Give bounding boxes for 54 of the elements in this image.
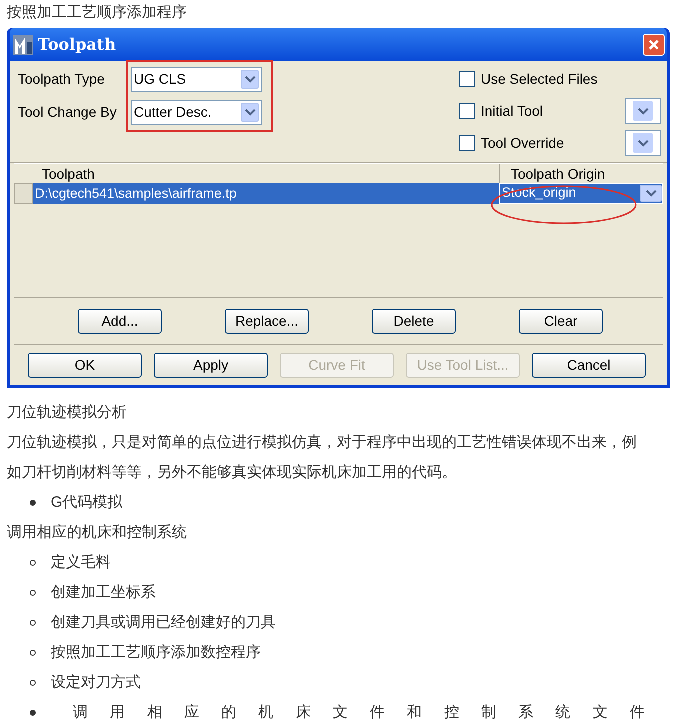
checkbox-label: Initial Tool (481, 102, 544, 120)
checkbox-label: Tool Override (481, 134, 566, 152)
dropdown-arrow-button[interactable] (633, 101, 653, 121)
checkbox[interactable] (459, 103, 475, 119)
dialog-button[interactable]: Cancel (532, 352, 646, 378)
column-header[interactable]: Toolpath Origin (500, 164, 663, 183)
list-item-text: 创建加工坐标系 (51, 583, 156, 603)
bullet-icon (30, 500, 36, 506)
list-item-text: 设定对刀方式 (51, 673, 141, 693)
dropdown-field[interactable]: Cutter Desc. (131, 100, 262, 125)
caret-icon (244, 109, 256, 116)
dropdown-box[interactable] (625, 130, 661, 156)
field-label: Tool Change By (18, 103, 118, 122)
caption-text: 按照加工工艺顺序添加程序 (6, 3, 188, 23)
window-title: Toolpath (38, 34, 118, 56)
paragraph-text: 调用相应的机床和控制系统 (7, 523, 188, 543)
caret-icon (646, 190, 656, 197)
table-cell[interactable]: D:\cgtech541\samples\airframe.tp (33, 183, 499, 204)
dialog-button[interactable]: Add... (78, 308, 162, 334)
paragraph-text: 刀位轨迹模拟，只是对简单的点位进行模拟仿真，对于程序中出现的工艺性错误体现不出来，例如刀杆切削材料等等，另外不能够真实体现实际机床加工用的代码。 (7, 433, 638, 483)
bullet-icon (30, 560, 36, 566)
field-label: Toolpath Type (18, 70, 106, 89)
dialog-button[interactable]: Clear (519, 308, 603, 334)
bullet-icon (30, 710, 36, 716)
paragraph-text: 刀位轨迹模拟分析 (7, 403, 128, 423)
bullet-icon (30, 650, 36, 656)
dropdown-arrow-button[interactable] (241, 70, 259, 89)
dialog-button[interactable]: OK (28, 352, 142, 378)
dialog-button[interactable]: Apply (154, 352, 268, 378)
dropdown-box[interactable] (625, 98, 661, 124)
list-item-text: 定义毛料 (51, 553, 111, 573)
app-logo-icon (12, 34, 34, 56)
dropdown-arrow-button[interactable] (633, 133, 653, 153)
dropdown-field[interactable]: UG CLS (131, 67, 262, 92)
close-icon (648, 38, 660, 50)
dropdown-arrow-button[interactable] (640, 185, 662, 202)
dialog-button[interactable]: Replace... (225, 308, 309, 334)
bullet-icon (30, 620, 36, 626)
list-item-text: 调用相应的机床文件和控制系统文件 (72, 703, 645, 723)
bullet-icon (30, 590, 36, 596)
dropdown-field[interactable]: Stock_origin (499, 183, 663, 204)
list-item-text: 创建刀具或调用已经创建好的刀具 (51, 613, 276, 633)
checkbox[interactable] (459, 71, 475, 87)
list-item-text: G代码模拟 (51, 493, 123, 513)
dialog-button[interactable]: Delete (372, 308, 456, 334)
checkbox[interactable] (459, 135, 475, 151)
close-button[interactable] (643, 34, 665, 56)
bullet-icon (30, 680, 36, 686)
caret-icon (244, 76, 256, 83)
checkbox-label: Use Selected Files (481, 70, 599, 88)
caret-icon (638, 140, 648, 146)
list-item-text: 按照加工工艺顺序添加数控程序 (51, 643, 261, 663)
caret-icon (638, 108, 648, 114)
dropdown-arrow-button[interactable] (241, 103, 259, 122)
